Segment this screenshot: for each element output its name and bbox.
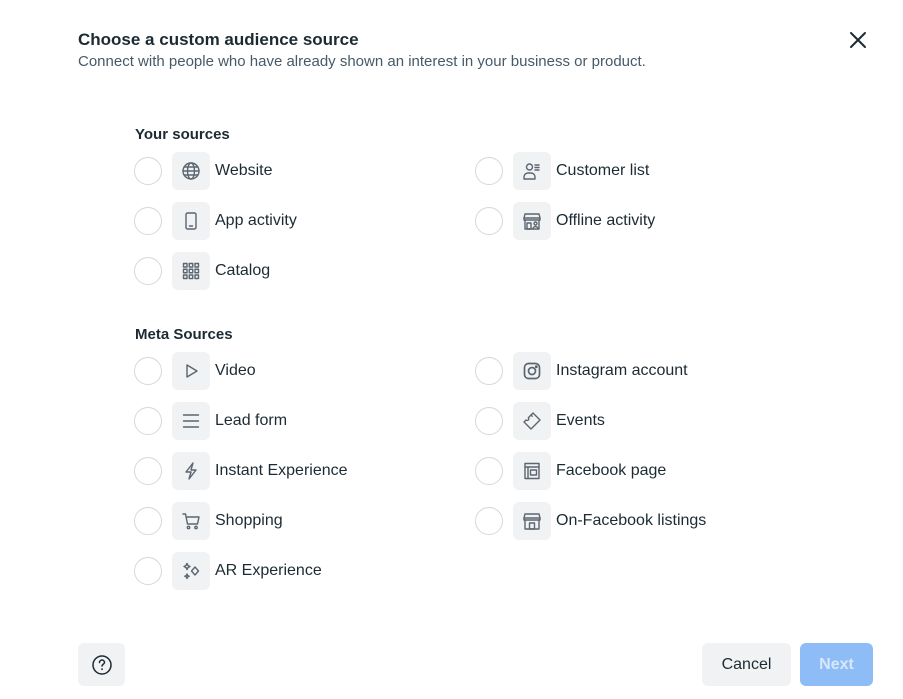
icon-container	[172, 452, 210, 490]
option-shopping[interactable]: Shopping	[134, 502, 283, 540]
icon-container	[513, 502, 551, 540]
option-catalog[interactable]: Catalog	[134, 252, 270, 290]
dialog-title: Choose a custom audience source	[78, 30, 359, 49]
cancel-button[interactable]: Cancel	[702, 643, 791, 686]
option-instagram-account[interactable]: Instagram account	[475, 352, 688, 390]
option-label: Video	[215, 362, 256, 379]
radio-button[interactable]	[475, 207, 503, 235]
radio-button[interactable]	[134, 557, 162, 585]
cart-icon	[182, 513, 200, 530]
radio-button[interactable]	[134, 507, 162, 535]
icon-container	[172, 352, 210, 390]
option-label: Instant Experience	[215, 462, 348, 479]
option-label: App activity	[215, 212, 297, 229]
option-label: Lead form	[215, 412, 288, 429]
next-button[interactable]: Next	[800, 643, 873, 686]
option-label: Customer list	[556, 162, 650, 179]
option-label: Shopping	[215, 512, 283, 529]
icon-container	[172, 402, 210, 440]
play-icon	[186, 364, 198, 378]
option-facebook-page[interactable]: Facebook page	[475, 452, 666, 490]
lightning-icon	[185, 462, 197, 480]
option-label: Offline activity	[556, 212, 656, 229]
option-label: AR Experience	[215, 562, 322, 579]
option-label: Events	[556, 412, 605, 429]
radio-button[interactable]	[475, 407, 503, 435]
lines-icon	[182, 414, 200, 428]
option-video[interactable]: Video	[134, 352, 256, 390]
option-app-activity[interactable]: App activity	[134, 202, 297, 240]
storefront-icon	[523, 513, 541, 530]
option-website[interactable]: Website	[134, 152, 273, 190]
radio-button[interactable]	[475, 507, 503, 535]
mobile-phone-icon	[185, 212, 197, 230]
dialog-subtitle: Connect with people who have already sho…	[78, 53, 646, 70]
option-label: On-Facebook listings	[556, 512, 707, 529]
customer-list-icon	[523, 163, 540, 180]
radio-button[interactable]	[134, 357, 162, 385]
close-icon	[850, 32, 866, 48]
icon-container	[172, 202, 210, 240]
close-button[interactable]	[846, 28, 870, 52]
icon-container	[513, 152, 551, 190]
icon-container	[513, 352, 551, 390]
option-label: Catalog	[215, 262, 271, 279]
storefront-person-icon	[523, 213, 541, 230]
icon-container	[513, 402, 551, 440]
icon-container	[172, 502, 210, 540]
globe-icon	[182, 162, 200, 180]
icon-container	[513, 202, 551, 240]
help-button[interactable]	[78, 643, 125, 686]
option-customer-list[interactable]: Customer list	[475, 152, 649, 190]
option-events[interactable]: Events	[475, 402, 605, 440]
option-on-facebook-listings[interactable]: On-Facebook listings	[475, 502, 706, 540]
radio-button[interactable]	[134, 457, 162, 485]
grid-icon	[182, 262, 200, 280]
icon-container	[172, 552, 210, 590]
radio-button[interactable]	[134, 207, 162, 235]
radio-button[interactable]	[475, 357, 503, 385]
option-label: Website	[215, 162, 273, 179]
radio-button[interactable]	[134, 157, 162, 185]
icon-container	[172, 252, 210, 290]
dialog-header: Choose a custom audience source Connect …	[78, 29, 646, 72]
option-label: Facebook page	[556, 462, 667, 479]
option-offline-activity[interactable]: Offline activity	[475, 202, 655, 240]
instagram-icon	[523, 362, 541, 380]
radio-button[interactable]	[475, 157, 503, 185]
radio-button[interactable]	[475, 457, 503, 485]
section-title-your-sources: Your sources	[135, 126, 230, 143]
option-label: Instagram account	[556, 362, 688, 379]
page-icon	[524, 462, 540, 480]
option-lead-form[interactable]: Lead form	[134, 402, 287, 440]
option-ar-experience[interactable]: AR Experience	[134, 552, 322, 590]
sparkle-icon	[183, 562, 200, 580]
icon-container	[172, 152, 210, 190]
section-title-meta-sources: Meta Sources	[135, 326, 233, 343]
option-instant-experience[interactable]: Instant Experience	[134, 452, 348, 490]
icon-container	[513, 452, 551, 490]
radio-button[interactable]	[134, 257, 162, 285]
ticket-icon	[523, 412, 541, 430]
question-circle-icon	[91, 654, 112, 675]
radio-button[interactable]	[134, 407, 162, 435]
